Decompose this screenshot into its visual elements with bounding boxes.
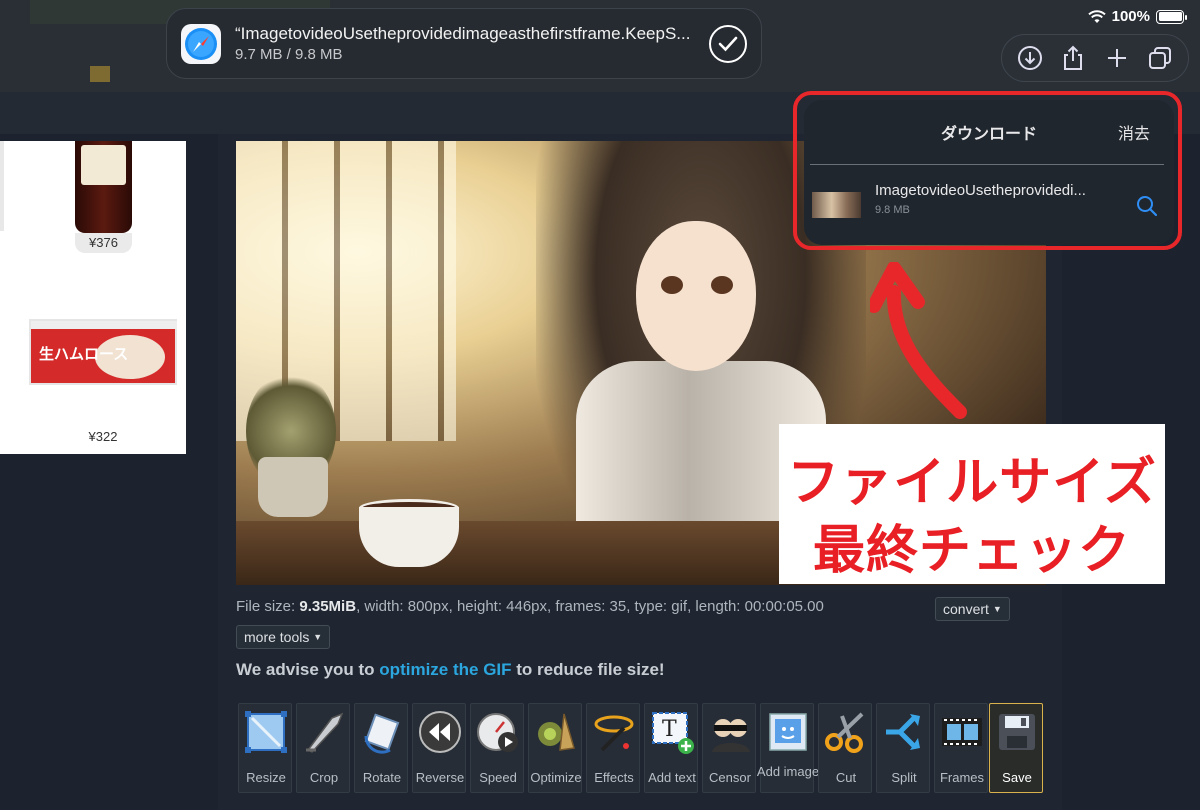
status-bar: 100% bbox=[1087, 8, 1187, 25]
tool-reverse[interactable]: Reverse bbox=[412, 703, 466, 793]
product-label: 生ハムロース bbox=[39, 346, 129, 363]
optimize-link[interactable]: optimize the GIF bbox=[379, 660, 511, 679]
file-details: , width: 800px, height: 446px, frames: 3… bbox=[356, 598, 824, 615]
tabs-button[interactable] bbox=[1142, 40, 1178, 76]
background-blur bbox=[90, 66, 110, 82]
optimize-icon bbox=[538, 713, 575, 751]
product-image[interactable]: 生ハムロース bbox=[29, 319, 177, 385]
download-button[interactable] bbox=[1012, 40, 1048, 76]
crop-icon bbox=[306, 712, 344, 753]
tool-crop[interactable]: Crop bbox=[296, 703, 350, 793]
save-icon bbox=[999, 714, 1035, 750]
annotation-line1: ファイルサイズ bbox=[787, 453, 1157, 513]
browser-actions bbox=[1001, 34, 1189, 82]
effects-icon bbox=[594, 715, 634, 752]
split-icon bbox=[886, 714, 920, 750]
tool-effects[interactable]: Effects bbox=[586, 703, 640, 793]
product-image[interactable] bbox=[75, 141, 132, 233]
highlight-frame bbox=[793, 91, 1182, 250]
new-tab-button[interactable] bbox=[1099, 40, 1135, 76]
download-toast[interactable]: “ImagetovideoUsetheprovidedimageasthefir… bbox=[166, 8, 762, 79]
speed-icon bbox=[477, 713, 518, 752]
tool-speed[interactable]: Speed bbox=[470, 703, 524, 793]
safari-icon bbox=[181, 23, 221, 64]
tool-save[interactable]: Save bbox=[989, 703, 1043, 793]
share-icon bbox=[1064, 45, 1083, 70]
tool-add-text[interactable]: T Add text bbox=[644, 703, 698, 793]
tabs-icon bbox=[1149, 47, 1172, 69]
tool-resize[interactable]: Resize bbox=[238, 703, 292, 793]
convert-dropdown[interactable]: convert ▼ bbox=[935, 597, 1010, 621]
share-button[interactable] bbox=[1055, 40, 1091, 76]
tool-add-image[interactable]: Add image bbox=[757, 703, 819, 793]
annotation-line2: 最終チェック bbox=[812, 521, 1131, 581]
annotation-box: ファイルサイズ 最終チェック bbox=[779, 424, 1165, 584]
more-tools-dropdown[interactable]: more tools ▼ bbox=[236, 625, 331, 649]
censor-icon bbox=[712, 719, 750, 752]
product-price: ¥376 bbox=[75, 233, 132, 253]
file-size: 9.35MiB bbox=[299, 598, 357, 615]
tool-censor[interactable]: Censor bbox=[702, 703, 756, 793]
toast-title: “ImagetovideoUsetheprovidedimageasthefir… bbox=[235, 24, 691, 43]
tool-cut[interactable]: Cut bbox=[818, 703, 872, 793]
toast-progress: 9.7 MB / 9.8 MB bbox=[235, 46, 343, 63]
download-icon bbox=[1017, 46, 1042, 70]
svg-text:T: T bbox=[662, 717, 677, 742]
plus-icon bbox=[1107, 49, 1126, 67]
product-strip: ¥376 生ハムロース ¥322 bbox=[0, 141, 186, 454]
tool-split[interactable]: Split bbox=[876, 703, 930, 793]
product-price: ¥322 bbox=[88, 429, 118, 444]
add-text-icon: T bbox=[652, 712, 694, 754]
arrow-icon bbox=[870, 262, 967, 419]
rotate-icon bbox=[364, 713, 400, 754]
caret-down-icon: ▼ bbox=[313, 632, 323, 642]
file-info: File size: 9.35MiB, width: 800px, height… bbox=[236, 598, 824, 615]
caret-down-icon: ▼ bbox=[992, 604, 1002, 614]
cut-icon bbox=[825, 712, 864, 753]
tool-rotate[interactable]: Rotate bbox=[354, 703, 408, 793]
resize-icon bbox=[245, 711, 287, 753]
frames-icon bbox=[942, 718, 982, 746]
battery-icon bbox=[1156, 9, 1187, 24]
advise-text: We advise you to optimize the GIF to red… bbox=[236, 660, 665, 679]
tool-optimize[interactable]: Optimize bbox=[528, 703, 582, 793]
wifi-icon bbox=[1087, 9, 1106, 23]
reverse-icon bbox=[419, 711, 461, 753]
checkmark-icon[interactable] bbox=[709, 24, 747, 63]
battery-percent: 100% bbox=[1111, 8, 1150, 25]
tool-frames[interactable]: Frames bbox=[934, 703, 988, 793]
add-image-icon bbox=[769, 713, 807, 751]
